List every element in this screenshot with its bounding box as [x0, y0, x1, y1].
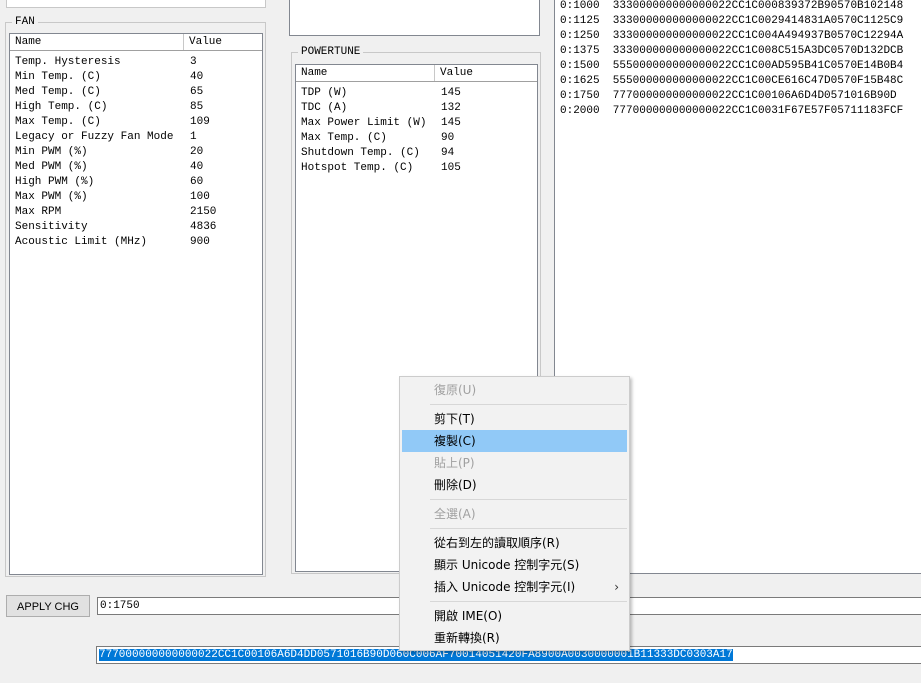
- fan-row[interactable]: Med Temp. (C) 65: [10, 85, 262, 100]
- fan-list-header: Name Value: [10, 34, 262, 51]
- menu-item-undo[interactable]: 復原(U): [402, 379, 627, 401]
- fan-row[interactable]: Max PWM (%) 100: [10, 190, 262, 205]
- powertune-row-value: 94: [441, 147, 455, 159]
- fan-row[interactable]: High Temp. (C) 85: [10, 100, 262, 115]
- powertune-row-value: 145: [441, 117, 461, 129]
- powertune-row-name: TDC (A): [301, 102, 348, 114]
- menu-item-insert-unicode-control[interactable]: 插入 Unicode 控制字元(I) ›: [402, 576, 627, 598]
- fan-row-value: 900: [190, 236, 210, 248]
- fan-row-name: Acoustic Limit (MHz): [15, 236, 148, 248]
- powertune-list-header: Name Value: [296, 65, 537, 82]
- fan-list[interactable]: Name Value Temp. Hysteresis 3 Min Temp. (C…: [9, 33, 263, 575]
- fan-row[interactable]: Legacy or Fuzzy Fan Mode 1: [10, 130, 262, 145]
- fan-row-value: 2150: [190, 206, 217, 218]
- fan-row-name: Sensitivity: [15, 221, 88, 233]
- menu-separator: [430, 601, 627, 602]
- menu-separator: [430, 499, 627, 500]
- fan-row-value: 85: [190, 101, 204, 113]
- fan-row-value: 3: [190, 56, 197, 68]
- fan-row-name: Max PWM (%): [15, 191, 88, 203]
- fan-row-name: Temp. Hysteresis: [15, 56, 121, 68]
- top-panel-edge: [6, 0, 266, 8]
- fan-row-value: 109: [190, 116, 210, 128]
- hex-list-item[interactable]: 0:1625 555000000000000022CC1C00CE616C47D…: [560, 74, 903, 89]
- menu-separator: [430, 404, 627, 405]
- fan-row-name: Min Temp. (C): [15, 71, 101, 83]
- fan-row[interactable]: Acoustic Limit (MHz) 900: [10, 235, 262, 250]
- hex-list-item[interactable]: 0:1500 555000000000000022CC1C00AD595B41C…: [560, 59, 903, 74]
- fan-row-value: 60: [190, 176, 204, 188]
- menu-item-open-ime[interactable]: 開啟 IME(O): [402, 605, 627, 627]
- context-menu: 復原(U) 剪下(T) 複製(C) 貼上(P) 刪除(D) 全選(A) 從右到左…: [399, 376, 630, 651]
- fan-row-value: 4836: [190, 221, 217, 233]
- fan-row-name: High PWM (%): [15, 176, 95, 188]
- powertune-row[interactable]: Max Temp. (C) 90: [296, 131, 537, 146]
- menu-item-cut[interactable]: 剪下(T): [402, 408, 627, 430]
- fan-row[interactable]: Min Temp. (C) 40: [10, 70, 262, 85]
- powertune-row-value: 90: [441, 132, 455, 144]
- powertune-col-value[interactable]: Value: [435, 65, 537, 81]
- menu-item-show-unicode-control[interactable]: 顯示 Unicode 控制字元(S): [402, 554, 627, 576]
- powertune-rows: TDP (W) 145 TDC (A) 132 Max Power Limit (W) 1…: [296, 86, 537, 176]
- fan-row[interactable]: Sensitivity 4836: [10, 220, 262, 235]
- fan-col-name[interactable]: Name: [10, 34, 184, 50]
- fan-row[interactable]: High PWM (%) 60: [10, 175, 262, 190]
- menu-item-select-all[interactable]: 全選(A): [402, 503, 627, 525]
- fan-row-name: Min PWM (%): [15, 146, 88, 158]
- fan-row-value: 20: [190, 146, 204, 158]
- fan-row-value: 65: [190, 86, 204, 98]
- menu-item-delete[interactable]: 刪除(D): [402, 474, 627, 496]
- powertune-row[interactable]: Hotspot Temp. (C) 105: [296, 161, 537, 176]
- fan-group-title: FAN: [12, 15, 38, 29]
- fan-row-name: High Temp. (C): [15, 101, 108, 113]
- fan-row-name: Med PWM (%): [15, 161, 88, 173]
- fan-row-value: 40: [190, 71, 204, 83]
- fan-row-value: 100: [190, 191, 210, 203]
- powertune-row[interactable]: Max Power Limit (W) 145: [296, 116, 537, 131]
- fan-row-name: Med Temp. (C): [15, 86, 101, 98]
- menu-item-insert-unicode-control-label: 插入 Unicode 控制字元(I): [434, 580, 576, 594]
- fan-row-name: Legacy or Fuzzy Fan Mode: [15, 131, 174, 143]
- apply-changes-button[interactable]: APPLY CHG: [6, 595, 90, 617]
- powertune-row[interactable]: Shutdown Temp. (C) 94: [296, 146, 537, 161]
- menu-item-copy[interactable]: 複製(C): [402, 430, 627, 452]
- fan-row[interactable]: Temp. Hysteresis 3: [10, 55, 262, 70]
- powertune-row-name: Shutdown Temp. (C): [301, 147, 420, 159]
- hex-list-item[interactable]: 0:1750 777000000000000022CC1C00106A6D4D0…: [560, 89, 903, 104]
- hex-list-item[interactable]: 0:1000 333000000000000022CC1C000839372B9…: [560, 0, 903, 14]
- hex-list-item[interactable]: 0:1250 333000000000000022CC1C004A494937B…: [560, 29, 903, 44]
- fan-row-value: 1: [190, 131, 197, 143]
- fan-row[interactable]: Max Temp. (C) 109: [10, 115, 262, 130]
- powertune-row-value: 105: [441, 162, 461, 174]
- fan-row-name: Max Temp. (C): [15, 116, 101, 128]
- powertune-row[interactable]: TDC (A) 132: [296, 101, 537, 116]
- top-middle-panel: [289, 0, 540, 36]
- menu-separator: [430, 528, 627, 529]
- hex-list-item[interactable]: 0:2000 777000000000000022CC1C0031F67E57F…: [560, 104, 903, 119]
- menu-item-paste[interactable]: 貼上(P): [402, 452, 627, 474]
- fan-col-value[interactable]: Value: [184, 34, 262, 50]
- fan-rows: Temp. Hysteresis 3 Min Temp. (C) 40 Med Temp…: [10, 55, 262, 250]
- powertune-row-name: Max Temp. (C): [301, 132, 387, 144]
- menu-item-rtl-reading-order[interactable]: 從右到左的讀取順序(R): [402, 532, 627, 554]
- fan-row-value: 40: [190, 161, 204, 173]
- fan-row-name: Max RPM: [15, 206, 62, 218]
- fan-group: FAN Name Value Temp. Hysteresis 3 Min Temp…: [5, 15, 266, 577]
- powertune-row-value: 132: [441, 102, 461, 114]
- powertune-row[interactable]: TDP (W) 145: [296, 86, 537, 101]
- fan-row[interactable]: Med PWM (%) 40: [10, 160, 262, 175]
- powertune-row-name: TDP (W): [301, 87, 348, 99]
- hex-lines: 0:1000 333000000000000022CC1C000839372B9…: [560, 0, 903, 119]
- hex-list-item[interactable]: 0:1375 333000000000000022CC1C008C515A3DC…: [560, 44, 903, 59]
- powertune-row-value: 145: [441, 87, 461, 99]
- powertune-row-name: Max Power Limit (W): [301, 117, 427, 129]
- menu-item-reconvert[interactable]: 重新轉換(R): [402, 627, 627, 649]
- fan-row[interactable]: Min PWM (%) 20: [10, 145, 262, 160]
- chevron-right-icon: ›: [614, 580, 619, 594]
- powertune-group-title: POWERTUNE: [298, 45, 364, 59]
- hex-list-item[interactable]: 0:1125 333000000000000022CC1C0029414831A…: [560, 14, 903, 29]
- powertune-col-name[interactable]: Name: [296, 65, 435, 81]
- fan-row[interactable]: Max RPM 2150: [10, 205, 262, 220]
- powertune-row-name: Hotspot Temp. (C): [301, 162, 414, 174]
